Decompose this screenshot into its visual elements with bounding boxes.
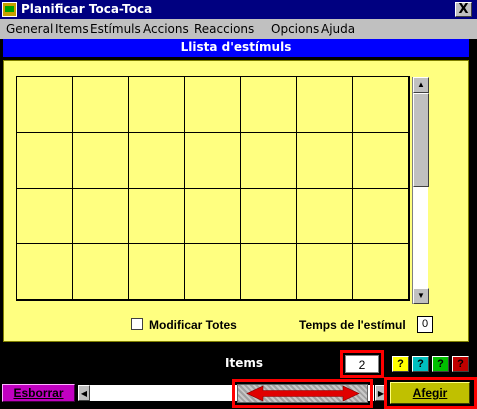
- grid-cell[interactable]: [185, 188, 241, 245]
- scroll-thumb-highlight: [232, 379, 373, 408]
- menu-ajuda[interactable]: Ajuda: [321, 22, 355, 36]
- stimulus-duration-label: Temps de l'estímul: [299, 318, 406, 332]
- grid-cell[interactable]: [17, 77, 73, 133]
- scroll-up-button[interactable]: ▲: [413, 77, 429, 93]
- grid-cell[interactable]: [185, 77, 241, 133]
- grid-cell[interactable]: [353, 77, 409, 133]
- grid-cell[interactable]: [353, 132, 409, 189]
- scroll-down-button[interactable]: ▼: [413, 288, 429, 304]
- grid-cell[interactable]: [353, 188, 409, 245]
- window-title: Planificar Toca-Toca: [21, 2, 153, 16]
- grid-cell[interactable]: [353, 244, 409, 300]
- app-icon: [2, 2, 17, 17]
- help-button-red[interactable]: ?: [452, 356, 469, 372]
- grid-cell[interactable]: [241, 77, 297, 133]
- vertical-scrollbar[interactable]: ▲ ▼: [412, 77, 429, 304]
- modify-all-checkbox[interactable]: [131, 318, 143, 330]
- items-count-field[interactable]: 2: [345, 355, 379, 373]
- stimulus-grid: [16, 76, 410, 301]
- menu-reaccions[interactable]: Reaccions: [194, 22, 254, 36]
- help-button-green[interactable]: ?: [432, 356, 449, 372]
- grid-cell[interactable]: [241, 132, 297, 189]
- menu-general[interactable]: General: [6, 22, 53, 36]
- help-button-cyan[interactable]: ?: [412, 356, 429, 372]
- grid-cell[interactable]: [297, 77, 353, 133]
- menu-accions[interactable]: Accions: [143, 22, 189, 36]
- grid-cell[interactable]: [73, 77, 129, 133]
- grid-cell[interactable]: [297, 244, 353, 300]
- grid-cell[interactable]: [241, 188, 297, 245]
- title-bar: Planificar Toca-Toca X: [0, 0, 477, 19]
- grid-cell[interactable]: [17, 132, 73, 189]
- stimulus-duration-field[interactable]: 0: [417, 316, 433, 333]
- grid-cell[interactable]: [73, 188, 129, 245]
- grid-cell[interactable]: [129, 244, 185, 300]
- grid-cell[interactable]: [17, 188, 73, 245]
- menu-opcions[interactable]: Opcions: [271, 22, 319, 36]
- grid-cell[interactable]: [241, 244, 297, 300]
- grid-cell[interactable]: [297, 132, 353, 189]
- grid-cell[interactable]: [297, 188, 353, 245]
- grid-cell[interactable]: [73, 132, 129, 189]
- help-button-yellow[interactable]: ?: [392, 356, 409, 372]
- grid-cell[interactable]: [129, 77, 185, 133]
- grid-cell[interactable]: [129, 132, 185, 189]
- delete-button[interactable]: Esborrar: [2, 384, 75, 402]
- items-label: Items: [225, 356, 263, 370]
- stimulus-list-heading: Llista d'estímuls: [3, 39, 469, 57]
- vertical-scroll-thumb[interactable]: [413, 93, 429, 187]
- main-panel: [3, 60, 469, 342]
- scroll-left-button[interactable]: ◀: [78, 385, 90, 401]
- grid-cell[interactable]: [17, 244, 73, 300]
- grid-cell[interactable]: [129, 188, 185, 245]
- close-button[interactable]: X: [455, 2, 472, 17]
- grid-cell[interactable]: [73, 244, 129, 300]
- grid-cell[interactable]: [185, 244, 241, 300]
- menu-items[interactable]: Items: [55, 22, 89, 36]
- menu-estimuls[interactable]: Estímuls: [90, 22, 141, 36]
- modify-all-label: Modificar Totes: [149, 318, 237, 332]
- add-button[interactable]: Afegir: [390, 382, 470, 404]
- grid-cell[interactable]: [185, 132, 241, 189]
- menu-bar: General Items Estímuls Accions Reaccions…: [0, 19, 477, 39]
